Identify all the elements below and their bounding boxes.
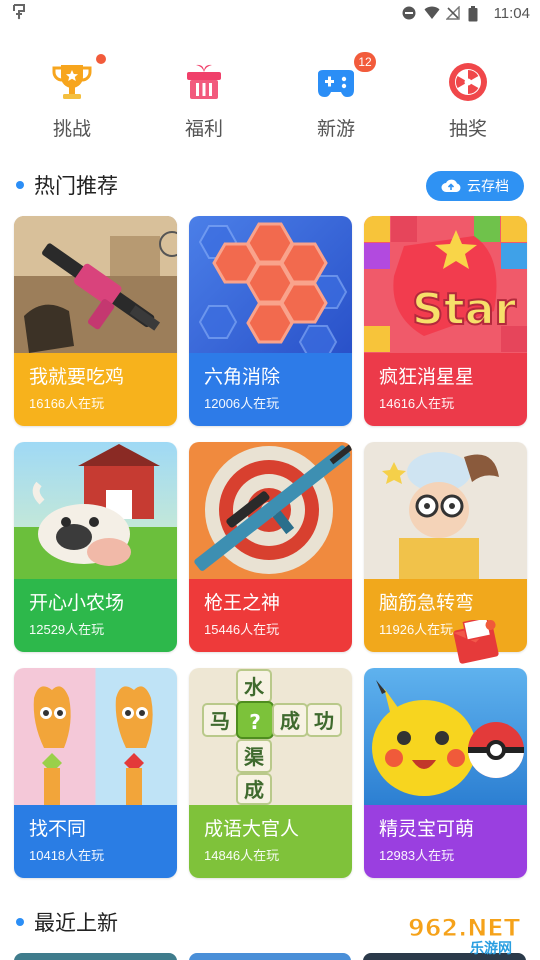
new-game-card[interactable] bbox=[14, 953, 177, 960]
game-name: 枪王之神 bbox=[204, 592, 281, 614]
red-envelope-icon[interactable] bbox=[452, 616, 504, 666]
game-players: 12006人在玩 bbox=[204, 396, 280, 411]
svg-text:Star: Star bbox=[412, 284, 516, 335]
nav-item-welfare[interactable]: 福利 bbox=[144, 50, 264, 150]
nav-item-lottery[interactable]: 抽奖 bbox=[408, 50, 528, 150]
game-card-info: 枪王之神 15446人在玩 bbox=[189, 579, 352, 652]
nav-label: 抽奖 bbox=[448, 118, 487, 140]
section-title: 最近上新 bbox=[34, 911, 118, 935]
new-game-card[interactable] bbox=[188, 953, 352, 960]
prize-wheel-icon bbox=[446, 60, 490, 104]
game-cover-idiom: 水 马 ? 成 功 渠 成 bbox=[189, 668, 352, 805]
game-name: 六角消除 bbox=[204, 366, 281, 388]
game-card-info: 找不同 10418人在玩 bbox=[14, 805, 177, 878]
cloud-save-label: 云存档 bbox=[467, 179, 509, 195]
game-card-info: 精灵宝可萌 12983人在玩 bbox=[364, 805, 527, 878]
watermark-subtext: 乐游网 bbox=[470, 940, 512, 956]
game-name: 开心小农场 bbox=[29, 592, 125, 614]
game-players: 14846人在玩 bbox=[204, 848, 280, 863]
game-name: 找不同 bbox=[29, 818, 87, 840]
new-games-badge: 12 bbox=[354, 52, 376, 72]
notification-dot bbox=[96, 54, 106, 64]
game-card[interactable]: 开心小农场 12529人在玩 bbox=[14, 442, 177, 652]
game-card-info: 六角消除 12006人在玩 bbox=[189, 353, 352, 426]
game-name: 精灵宝可萌 bbox=[379, 818, 475, 840]
game-players: 12983人在玩 bbox=[379, 848, 455, 863]
game-name: 疯狂消星星 bbox=[379, 366, 475, 388]
game-cover-pokemon bbox=[364, 668, 527, 805]
top-nav: 挑战 福利 12 新游 抽奖 bbox=[0, 50, 540, 150]
game-cover-gun bbox=[14, 216, 177, 353]
game-card-info: 我就要吃鸡 16166人在玩 bbox=[14, 353, 177, 426]
battery-icon bbox=[468, 6, 482, 22]
game-cover-sniper bbox=[189, 442, 352, 579]
game-card[interactable]: 六角消除 12006人在玩 bbox=[189, 216, 352, 426]
svg-text:成: 成 bbox=[280, 709, 300, 733]
game-cover-hexagon bbox=[189, 216, 352, 353]
svg-text:水: 水 bbox=[244, 675, 265, 699]
game-card[interactable]: 枪王之神 15446人在玩 bbox=[189, 442, 352, 652]
game-cover-spot-difference bbox=[14, 668, 177, 805]
game-players: 16166人在玩 bbox=[29, 396, 105, 411]
cloud-upload-icon bbox=[441, 179, 461, 192]
do-not-disturb-icon bbox=[402, 6, 416, 20]
watermark-logo: 962.NET 乐游网 bbox=[404, 908, 534, 958]
nav-label: 挑战 bbox=[52, 118, 91, 140]
game-players: 15446人在玩 bbox=[204, 622, 280, 637]
svg-text:渠: 渠 bbox=[244, 745, 265, 769]
section-title: 热门推荐 bbox=[34, 174, 118, 198]
trophy-icon bbox=[50, 60, 94, 104]
section-bullet bbox=[16, 181, 24, 189]
game-card-info: 成语大官人 14846人在玩 bbox=[189, 805, 352, 878]
game-name: 我就要吃鸡 bbox=[29, 366, 125, 388]
game-card[interactable]: 找不同 10418人在玩 bbox=[14, 668, 177, 878]
game-grid: 我就要吃鸡 16166人在玩 六角消除 12006人在玩 Star 疯狂消星星 … bbox=[14, 216, 527, 878]
game-card[interactable]: Star 疯狂消星星 14616人在玩 bbox=[364, 216, 527, 426]
android-debug-icon bbox=[10, 2, 28, 24]
status-bar: 11:04 bbox=[0, 0, 540, 26]
nav-item-challenge[interactable]: 挑战 bbox=[12, 50, 132, 150]
game-card-info: 疯狂消星星 14616人在玩 bbox=[364, 353, 527, 426]
watermark-text: 962.NET bbox=[408, 914, 521, 942]
game-name: 成语大官人 bbox=[204, 818, 300, 840]
game-players: 14616人在玩 bbox=[379, 396, 455, 411]
game-card[interactable]: 精灵宝可萌 12983人在玩 bbox=[364, 668, 527, 878]
hot-section-header: 热门推荐 云存档 bbox=[0, 165, 540, 205]
svg-text:马: 马 bbox=[210, 709, 230, 733]
no-signal-icon bbox=[444, 5, 460, 20]
status-time: 11:04 bbox=[493, 4, 530, 22]
game-cover-brain-teaser bbox=[364, 442, 527, 579]
gamepad-icon bbox=[314, 60, 358, 104]
game-name: 脑筋急转弯 bbox=[379, 592, 475, 614]
game-card-info: 开心小农场 12529人在玩 bbox=[14, 579, 177, 652]
game-players: 12529人在玩 bbox=[29, 622, 105, 637]
nav-label: 福利 bbox=[184, 118, 223, 140]
svg-text:功: 功 bbox=[314, 709, 334, 733]
section-bullet bbox=[16, 918, 24, 926]
svg-text:成: 成 bbox=[244, 778, 264, 802]
game-card[interactable]: 水 马 ? 成 功 渠 成 成语大官人 14846人在玩 bbox=[189, 668, 352, 878]
game-cover-star: Star bbox=[364, 216, 527, 353]
gift-icon bbox=[182, 60, 226, 104]
svg-text:?: ? bbox=[249, 710, 261, 734]
wifi-icon bbox=[424, 6, 440, 20]
cloud-save-button[interactable]: 云存档 bbox=[426, 171, 524, 201]
game-card[interactable]: 我就要吃鸡 16166人在玩 bbox=[14, 216, 177, 426]
game-players: 10418人在玩 bbox=[29, 848, 105, 863]
nav-item-new-games[interactable]: 12 新游 bbox=[276, 50, 396, 150]
game-cover-farm bbox=[14, 442, 177, 579]
nav-label: 新游 bbox=[316, 118, 355, 140]
